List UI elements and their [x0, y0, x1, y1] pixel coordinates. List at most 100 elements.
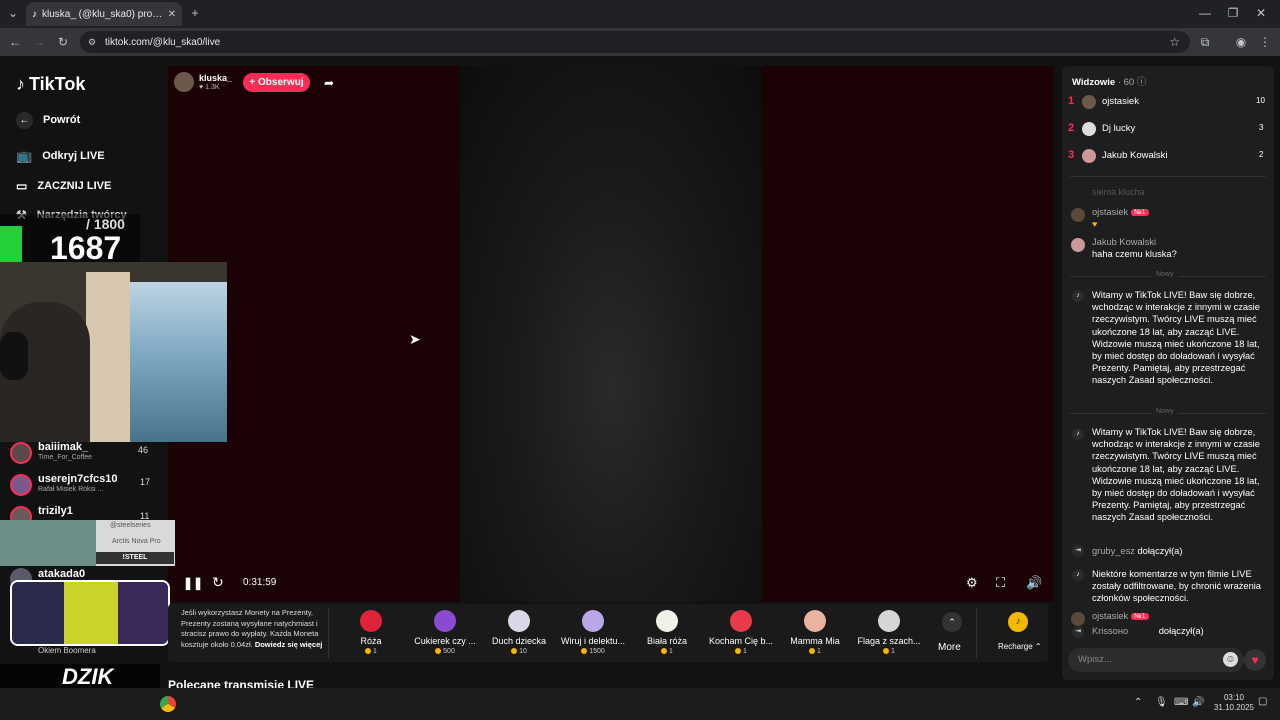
mouse-cursor-icon: ➤: [409, 331, 421, 347]
forward-icon[interactable]: →: [32, 35, 46, 49]
mic-icon[interactable]: 🎙: [1155, 697, 1168, 708]
gift-item[interactable]: Biała róża 1: [630, 610, 704, 655]
chrome-taskbar-icon[interactable]: [160, 696, 176, 712]
join-text: dołączył(a): [1158, 626, 1204, 636]
extensions-icon[interactable]: ⧉: [1198, 35, 1212, 49]
gift-item[interactable]: Flaga z szach... 1: [852, 610, 926, 655]
share-icon[interactable]: ➦: [324, 76, 334, 90]
divider: [1070, 176, 1266, 177]
gift-name: Róża: [360, 636, 382, 646]
top-viewer-row[interactable]: 2 Dj lucky 3: [1062, 119, 1274, 137]
heart-emoji-icon: ♥: [1092, 219, 1098, 229]
streamer-likes: ♥ 1.3K: [199, 84, 220, 91]
refresh-icon[interactable]: ↻: [212, 574, 224, 591]
ad-line3: !STEEL: [96, 552, 174, 564]
bookmark-star-icon[interactable]: ☆: [1169, 35, 1180, 49]
channel-item[interactable]: userejn7cfcs10 Rafał Misiek Roksi ... 17: [10, 472, 160, 496]
chevron-up-icon[interactable]: ⌃: [942, 612, 962, 632]
dzik-logo: DZIK: [0, 664, 160, 689]
volume-icon[interactable]: 🔊: [1026, 575, 1042, 591]
chat-username[interactable]: Krissoно: [1092, 626, 1128, 636]
sidebar-item-discover-live[interactable]: 📺 Odkryj LIVE: [16, 145, 105, 167]
avatar: [1071, 238, 1085, 252]
sponsor-ad-overlay: @steelseries Arctis Nova Pro !STEEL: [0, 520, 175, 566]
close-tab-icon[interactable]: ✕: [168, 9, 176, 20]
info-icon[interactable]: ⓘ: [1137, 77, 1147, 88]
viewer-score: 2: [1259, 150, 1264, 159]
network-icon[interactable]: ⌨: [1174, 697, 1188, 708]
gift-item[interactable]: Duch dziecka 10: [482, 610, 556, 655]
viewer-score: 3: [1259, 123, 1264, 132]
viewer-name: ojstasiek: [1102, 96, 1139, 107]
tv-icon: 📺: [16, 148, 33, 163]
profile-icon[interactable]: ◉: [1234, 35, 1248, 49]
chat-username[interactable]: ojstasiek №1: [1092, 611, 1149, 621]
emoji-icon[interactable]: ☺: [1223, 652, 1238, 667]
top-viewer-row[interactable]: 3 Jakub Kowalski 2: [1062, 146, 1274, 164]
gift-price: 1: [630, 648, 704, 655]
browser-tab[interactable]: ♪ kluska_ (@klu_ska0) prowadzi ✕: [26, 2, 182, 26]
gift-name: Mamma Mia: [790, 636, 840, 646]
minimize-icon[interactable]: —: [1198, 6, 1212, 20]
avatar: [1071, 612, 1085, 626]
channel-sub: Rafał Misiek Roksi ...: [38, 486, 104, 493]
chat-username[interactable]: Jakub Kowalski: [1092, 237, 1156, 247]
gift-name: Kocham Cię b...: [708, 636, 774, 646]
tab-search-icon[interactable]: ⌄: [6, 6, 20, 20]
learn-more-link[interactable]: Dowiedz się więcej: [255, 640, 323, 649]
green-bar: [0, 226, 22, 266]
skin-card: [12, 582, 64, 644]
heart-like-icon[interactable]: ♥: [1244, 649, 1266, 671]
avatar: [1071, 208, 1085, 222]
gift-price: 1: [778, 648, 852, 655]
join-message: Krissoно dołączył(a): [1092, 626, 1204, 636]
checkered-flag-icon: [878, 610, 900, 632]
chat-username[interactable]: ojstasiek №1: [1092, 207, 1149, 217]
chat-input[interactable]: Wpisz... ☺: [1068, 648, 1244, 672]
back-icon[interactable]: ←: [8, 35, 22, 49]
gift-item[interactable]: Wiruj i delektu... 1500: [556, 610, 630, 655]
gift-price: 1: [852, 648, 926, 655]
tray-chevron-icon[interactable]: ⌃: [1134, 697, 1142, 708]
streamer-avatar[interactable]: [174, 72, 194, 92]
url-text: tiktok.com/@klu_ska0/live: [105, 36, 221, 48]
live-video-player[interactable]: kluska_ ♥ 1.3K + Obserwuj ➦ ➤ ❚❚ ↻ 0:31:…: [168, 66, 1054, 602]
new-tab-icon[interactable]: +: [188, 6, 202, 20]
sidebar-item-start-live[interactable]: ▭ ZACZNIJ LIVE: [16, 175, 111, 197]
window-close-icon[interactable]: ✕: [1254, 6, 1268, 20]
top-viewer-row[interactable]: 1 ojstasiek 10: [1062, 92, 1274, 110]
viewers-label: Widzowie: [1072, 77, 1116, 88]
gift-price: 1: [334, 648, 408, 655]
pause-icon[interactable]: ❚❚: [183, 576, 203, 590]
rank: 2: [1068, 122, 1075, 134]
back-link[interactable]: ← Powrót: [16, 109, 80, 131]
viewers-header[interactable]: Widzowie · 60 ⓘ: [1072, 74, 1146, 88]
recharge-button[interactable]: Recharge ⌃: [998, 642, 1042, 651]
reload-icon[interactable]: ↻: [56, 35, 70, 49]
gift-item[interactable]: Cukierek czy ... 500: [408, 610, 482, 655]
url-bar[interactable]: ⚙ tiktok.com/@klu_ska0/live ☆: [80, 31, 1190, 53]
settings-gear-icon[interactable]: ⚙: [966, 575, 978, 591]
restore-icon[interactable]: ❐: [1226, 6, 1240, 20]
dzik-text: DZIK: [62, 664, 114, 689]
channel-name: baiiimak_: [38, 441, 89, 453]
gift-item[interactable]: Róża 1: [334, 610, 408, 655]
clock[interactable]: 03:10 31.10.2025: [1211, 693, 1257, 713]
gift-item[interactable]: Kocham Cię b... 1: [704, 610, 778, 655]
menu-kebab-icon[interactable]: ⋮: [1258, 35, 1272, 49]
fullscreen-icon[interactable]: ⛶: [996, 575, 1005, 591]
tiktok-logo[interactable]: ♪ TikTok: [16, 74, 85, 95]
site-info-icon[interactable]: ⚙: [88, 37, 96, 48]
channel-avatar: [10, 442, 32, 464]
follow-button[interactable]: + Obserwuj: [243, 73, 310, 92]
gift-name: Cukierek czy ...: [414, 636, 476, 646]
ad-line1: @steelseries: [110, 522, 151, 529]
channel-item[interactable]: baiiimak_ Time_For_Coffee 46: [10, 440, 160, 464]
notification-icon[interactable]: ▢: [1258, 696, 1267, 707]
gift-item[interactable]: Mamma Mia 1: [778, 610, 852, 655]
more-gifts-button[interactable]: More: [938, 642, 961, 653]
chat-username[interactable]: gruby_esz: [1092, 546, 1135, 556]
streamer-name[interactable]: kluska_: [199, 73, 232, 83]
rank: 1: [1068, 95, 1075, 107]
speaker-icon[interactable]: 🔊: [1192, 697, 1204, 708]
